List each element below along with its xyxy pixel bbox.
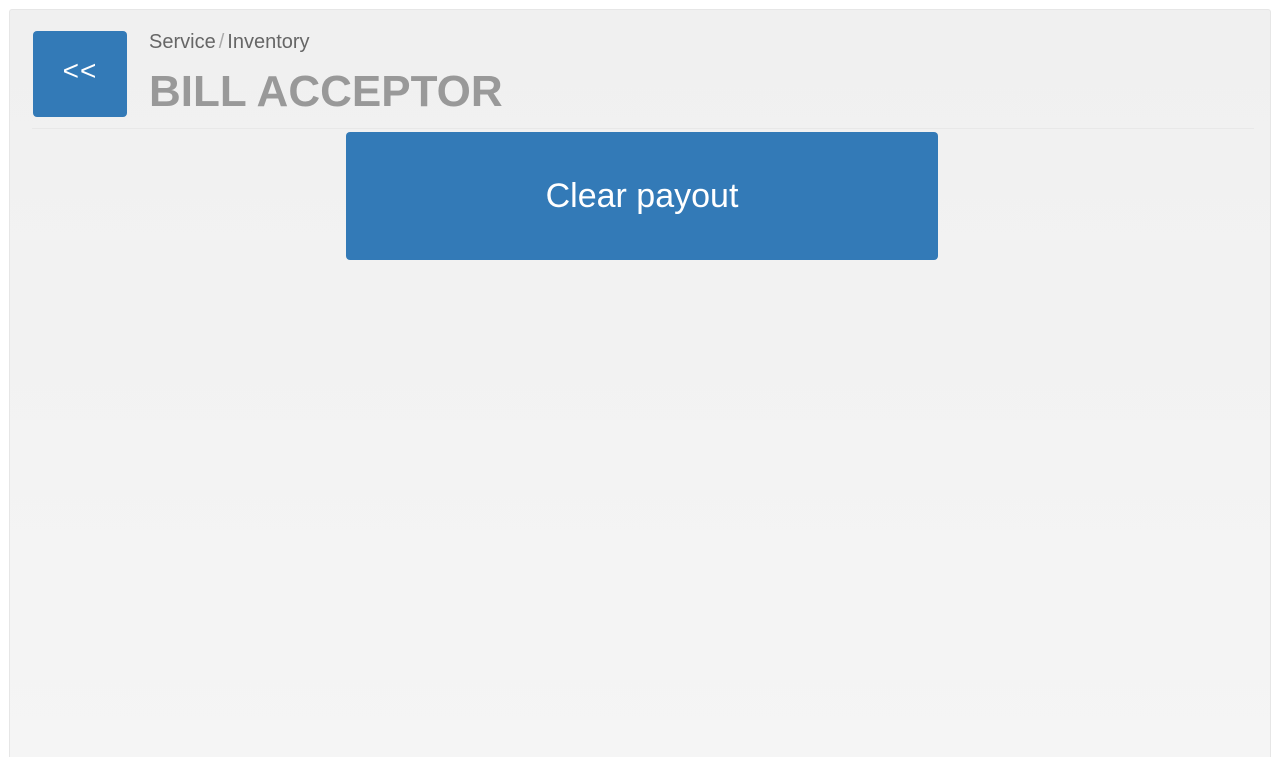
- page-title: BILL ACCEPTOR: [149, 67, 503, 116]
- breadcrumb-parent[interactable]: Service: [149, 31, 216, 53]
- content-panel: << Service / Inventory BILL ACCEPTOR Clear…: [9, 9, 1271, 757]
- back-button[interactable]: <<: [33, 31, 127, 117]
- clear-payout-button[interactable]: Clear payout: [346, 132, 938, 260]
- breadcrumb-current: Inventory: [227, 31, 310, 53]
- breadcrumb: Service / Inventory: [149, 31, 310, 54]
- breadcrumb-separator: /: [218, 31, 225, 53]
- header-divider: [32, 128, 1254, 129]
